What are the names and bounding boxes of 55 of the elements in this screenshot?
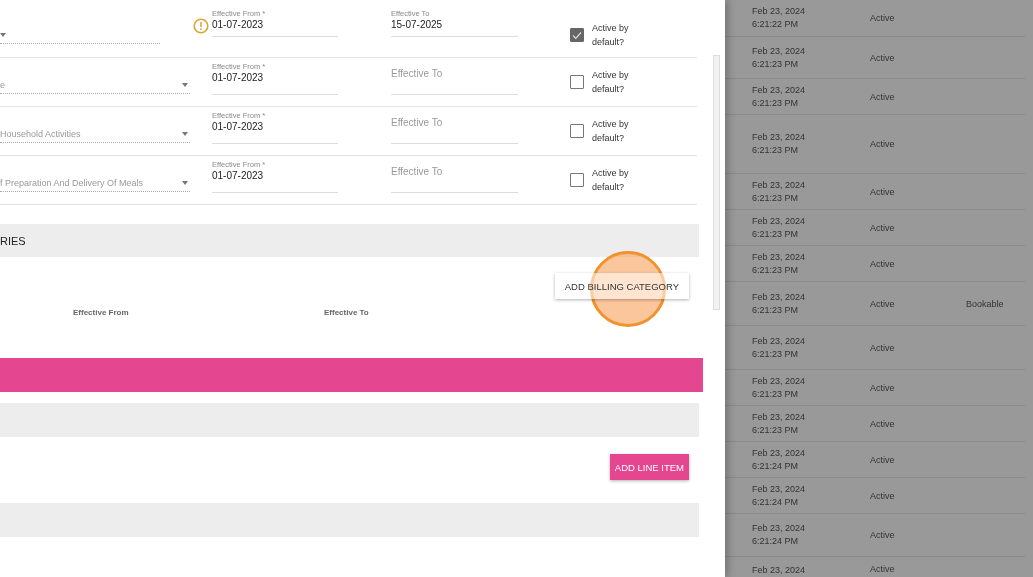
table-cell-text: Active: [870, 13, 896, 23]
date-field[interactable]: Effective To: [391, 156, 518, 193]
table-cell-text: Active: [870, 222, 896, 233]
column-header: Effective To: [324, 307, 369, 317]
table-cell-text: Feb 23, 2024 6:21:23 PM: [751, 290, 807, 317]
table-cell-text: Feb 23, 2024 6:21:23 PM: [751, 83, 807, 110]
add-line-item-button[interactable]: ADD LINE ITEM: [609, 454, 689, 480]
table-cell-text: Feb 23, 2024 6:21:24 PM: [751, 482, 807, 509]
category-select[interactable]: Household Activities: [0, 107, 190, 143]
table-cell-text: Feb 23, 2024 6:21:23 PM: [751, 410, 807, 437]
date-field[interactable]: Effective To: [391, 107, 518, 144]
checkbox[interactable]: [570, 173, 584, 187]
table-cell-text: Feb 23, 2024 6:21:23 PM: [751, 214, 807, 241]
table-cell: Bookable: [966, 298, 1004, 309]
table-cell-text: Active: [870, 418, 896, 429]
checkbox-label: Active by default?: [592, 167, 630, 194]
checkbox[interactable]: [570, 28, 584, 42]
table-cell-text: Feb 23, 2024 6:21:23 PM: [751, 250, 807, 277]
column-header: Effective From: [73, 307, 129, 317]
table-cell-text: Active: [870, 490, 896, 501]
checkbox[interactable]: [570, 124, 584, 138]
category-select[interactable]: f Preparation And Delivery Of Meals: [0, 156, 190, 192]
table-cell-text: Feb 23, 2024 6:21:23 PM: [751, 131, 807, 157]
caret-icon: [0, 33, 6, 37]
table-cell-text: Active: [870, 454, 896, 465]
table-cell-text: Feb 23, 2024 6:21:22 PM: [751, 5, 807, 31]
category-select[interactable]: e: [0, 58, 190, 94]
caret-icon: [182, 83, 188, 87]
table-cell-text: Active: [870, 139, 896, 149]
table-cell-text: Active: [870, 382, 896, 393]
table-cell-text: Feb 23, 2024 6:21:24 PM: [751, 446, 807, 473]
caret-icon: [182, 132, 188, 136]
table-cell-text: Active: [870, 342, 896, 353]
checkbox-label: Active by default?: [592, 69, 630, 96]
table-cell-text: Feb 23, 2024: [751, 564, 807, 577]
table-cell-text: Active: [870, 258, 896, 269]
table-cell-text: Active: [870, 298, 896, 309]
table-cell-text: Active: [870, 186, 896, 197]
checkbox-label: Active by default?: [592, 22, 630, 49]
table-cell-text: Feb 23, 2024 6:21:23 PM: [751, 178, 807, 205]
table-cell-text: Feb 23, 2024 6:21:24 PM: [751, 522, 807, 548]
table-cell-text: Active: [870, 91, 896, 102]
table-cell-text: Feb 23, 2024 6:21:23 PM: [751, 374, 807, 401]
date-field[interactable]: Effective To: [391, 58, 518, 95]
checkbox[interactable]: [570, 75, 584, 89]
table-cell-text: Active: [870, 52, 896, 63]
scrollbar[interactable]: [713, 55, 720, 310]
add-billing-category-button[interactable]: ADD BILLING CATEGORY: [554, 273, 689, 299]
table-cell-text: Feb 23, 2024 6:21:23 PM: [751, 334, 807, 361]
table-cell-text: Active: [870, 564, 896, 574]
caret-icon: [182, 181, 188, 185]
checkbox-label: Active by default?: [592, 118, 630, 145]
section-title: RIES: [0, 234, 26, 247]
table-cell-text: Feb 23, 2024 6:21:23 PM: [751, 44, 807, 71]
table-cell-text: Active: [870, 530, 896, 540]
